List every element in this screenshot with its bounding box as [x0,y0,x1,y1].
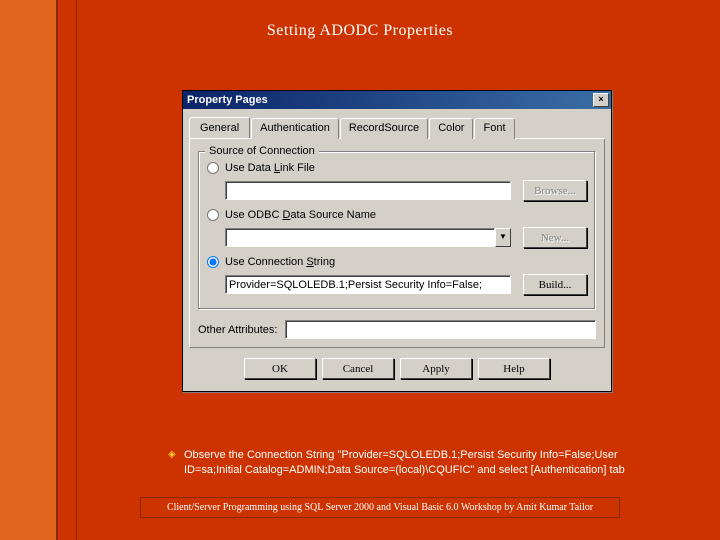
apply-button[interactable]: Apply [400,358,472,379]
radio-conn-string[interactable] [207,256,219,268]
other-attributes-input[interactable] [285,320,596,339]
property-pages-dialog: Property Pages × General Authentication … [182,90,612,392]
tab-color[interactable]: Color [429,118,473,139]
dialog-titlebar[interactable]: Property Pages × [183,91,611,109]
other-attributes-label: Other Attributes: [198,324,277,336]
data-link-file-input[interactable] [225,181,511,200]
tab-strip: General Authentication RecordSource Colo… [189,117,605,139]
build-button[interactable]: Build... [523,274,587,295]
group-title: Source of Connection [205,145,319,157]
odbc-dsn-combo[interactable]: ▼ [225,228,511,247]
slide-title: Setting ADODC Properties [0,22,720,40]
tab-recordsource[interactable]: RecordSource [340,118,428,139]
cancel-button[interactable]: Cancel [322,358,394,379]
left-decoration [0,0,58,540]
close-button[interactable]: × [593,93,609,107]
browse-button[interactable]: Browse... [523,180,587,201]
radio-data-link-label: Use Data Link File [225,162,315,174]
help-button[interactable]: Help [478,358,550,379]
radio-conn-string-label: Use Connection String [225,256,335,268]
new-button[interactable]: New... [523,227,587,248]
dialog-button-row: OK Cancel Apply Help [183,348,611,391]
tab-authentication[interactable]: Authentication [251,118,339,139]
slide-footer: Client/Server Programming using SQL Serv… [140,497,620,518]
connection-string-input[interactable] [225,275,511,294]
radio-odbc-label: Use ODBC Data Source Name [225,209,376,221]
odbc-dsn-input[interactable] [225,228,495,247]
radio-odbc[interactable] [207,209,219,221]
ok-button[interactable]: OK [244,358,316,379]
bullet-text: Observe the Connection String "Provider=… [184,448,660,478]
tab-body-general: Source of Connection Use Data Link File … [189,139,605,348]
source-of-connection-group: Source of Connection Use Data Link File … [198,151,596,310]
bullet-icon: ◈ [168,449,176,460]
tab-general[interactable]: General [189,117,250,138]
radio-data-link[interactable] [207,162,219,174]
tab-font[interactable]: Font [474,118,514,139]
dialog-title: Property Pages [187,94,268,106]
chevron-down-icon[interactable]: ▼ [495,228,511,247]
